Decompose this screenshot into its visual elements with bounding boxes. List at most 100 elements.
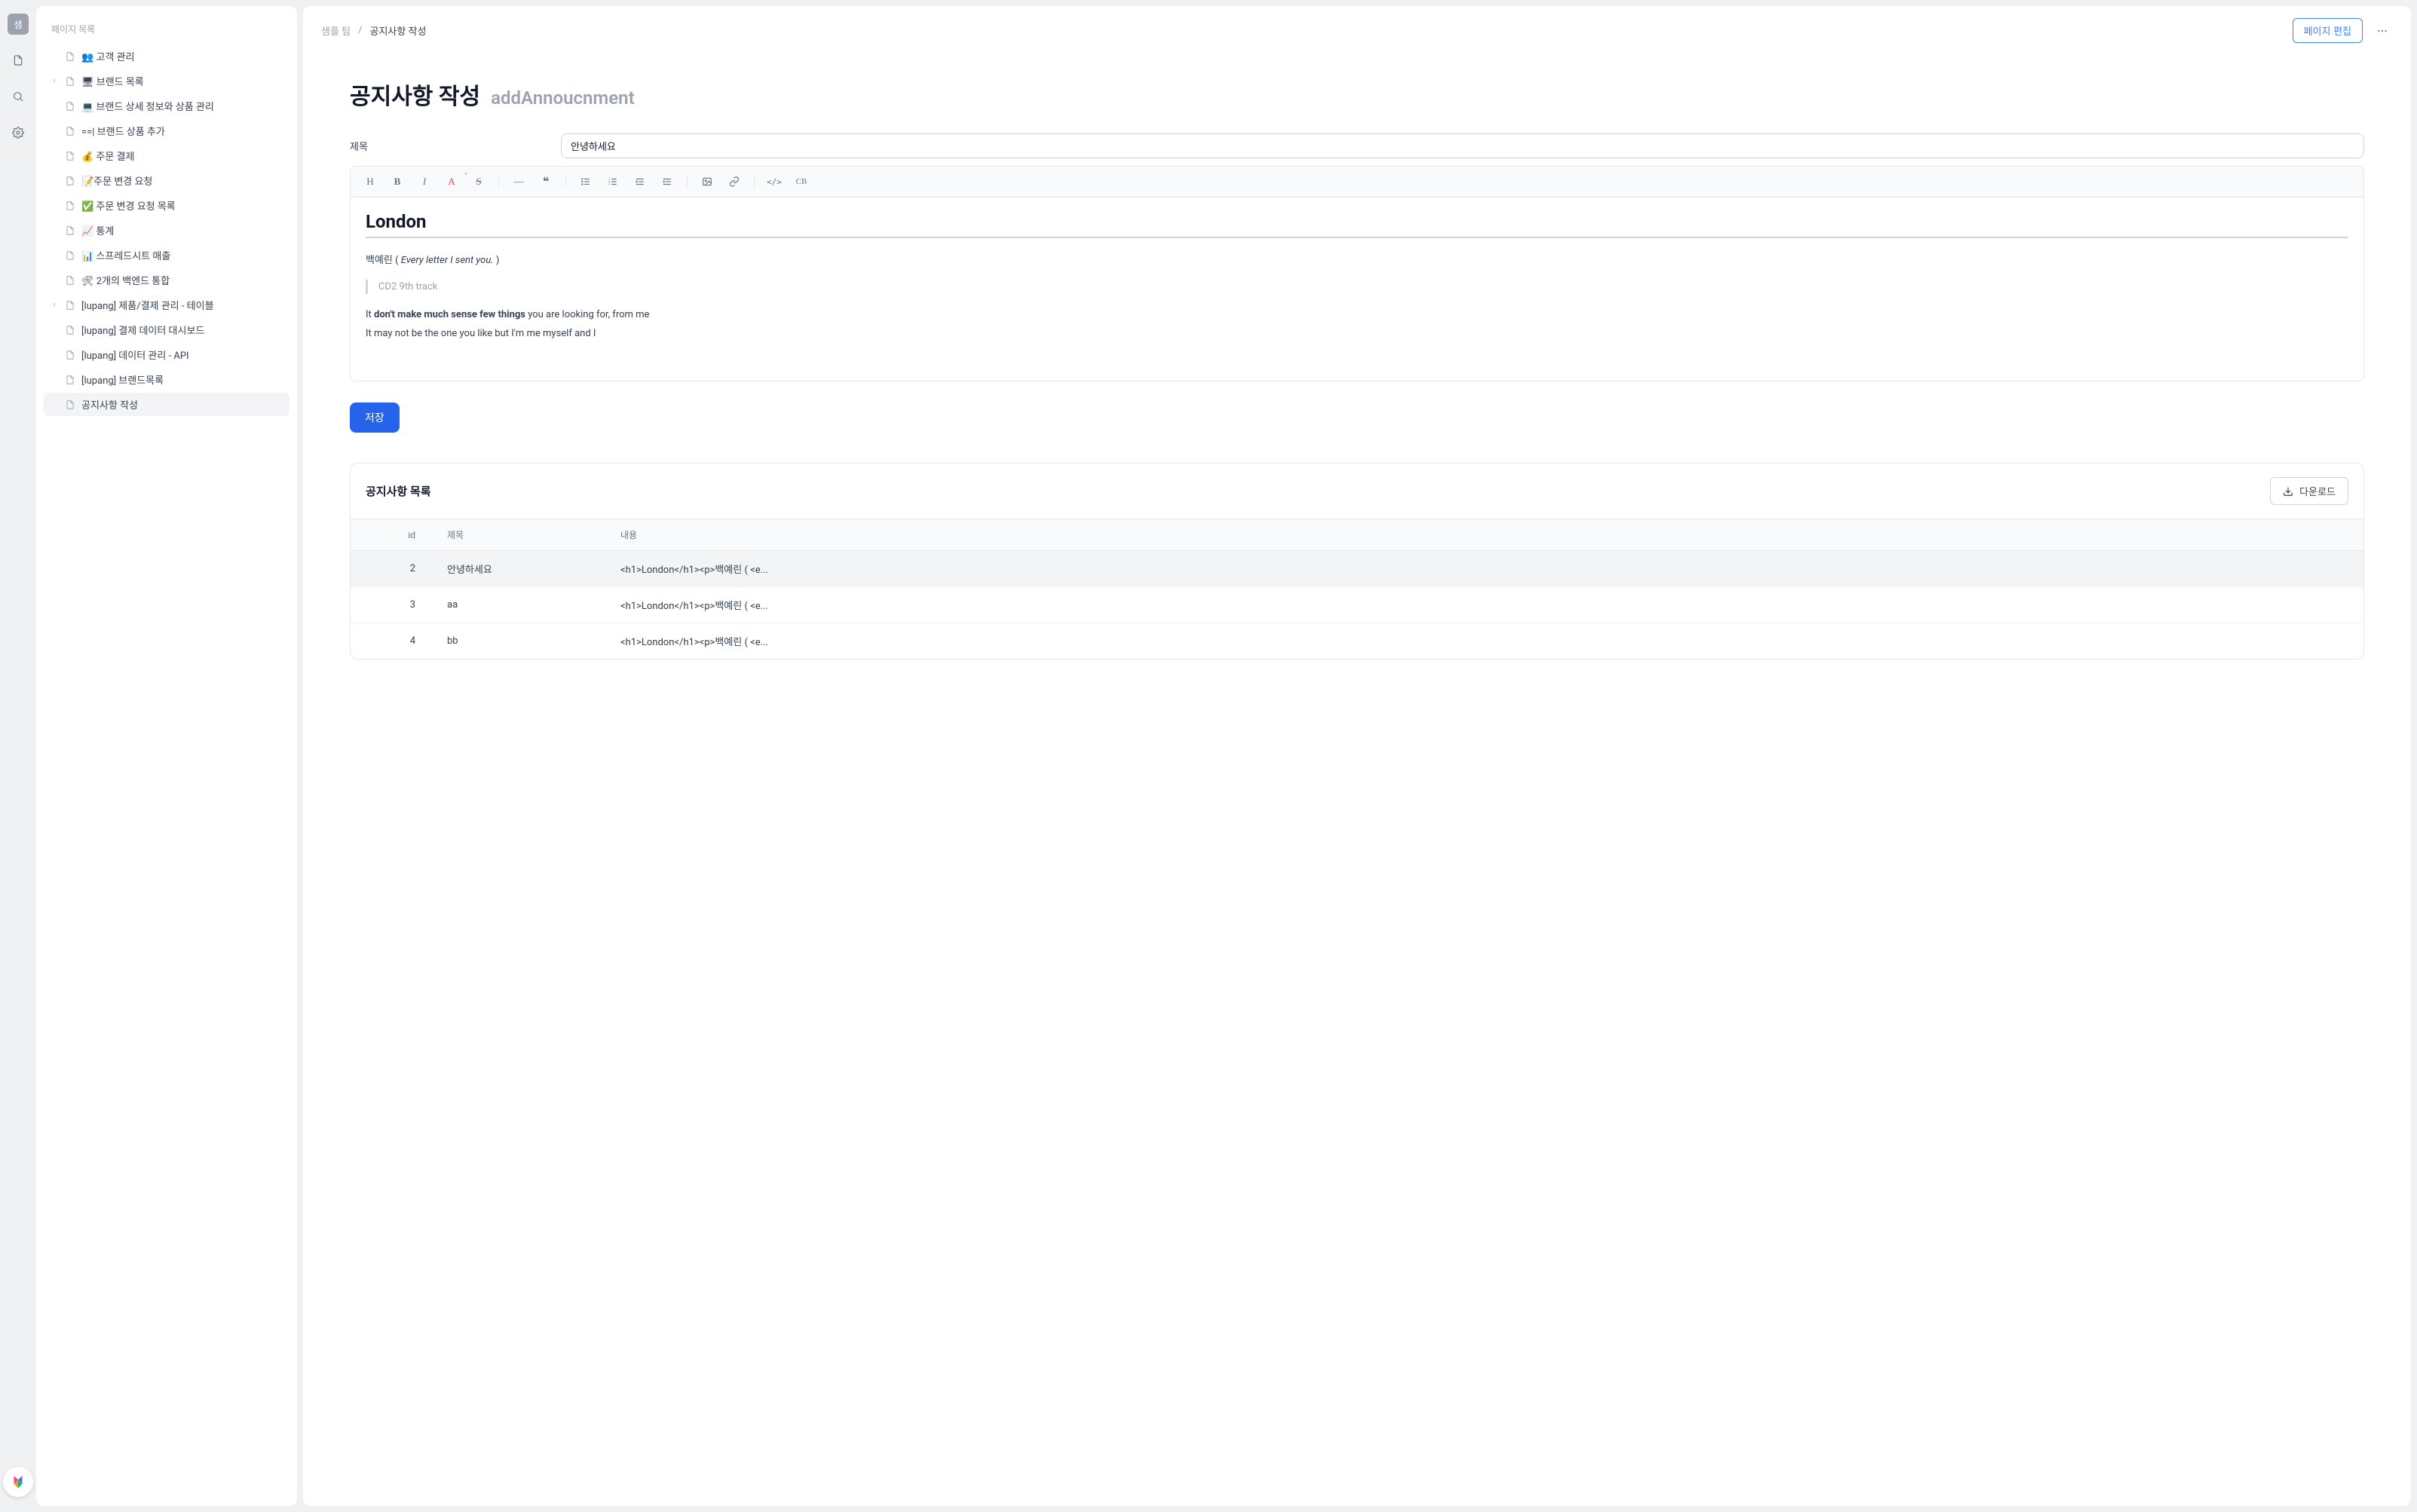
- sidebar-item[interactable]: [lupang] 브랜드목록: [44, 368, 289, 391]
- toolbar-bold-button[interactable]: B: [385, 173, 409, 191]
- toolbar-image-button[interactable]: [695, 173, 719, 191]
- page-icon: [65, 399, 75, 410]
- toolbar-color-button[interactable]: A•: [440, 173, 464, 191]
- page-icon: [65, 76, 75, 87]
- breadcrumb-page: 공지사항 작성: [369, 23, 426, 38]
- sidebar-item-label: [lupang] 제품/결제 관리 - 테이블: [81, 298, 283, 312]
- chevron-right-icon[interactable]: ›: [50, 77, 59, 85]
- toolbar-strike-button[interactable]: S: [467, 173, 491, 191]
- cell-title: 안녕하세요: [433, 551, 607, 587]
- editor-line: It don't make much sense few things you …: [366, 308, 2348, 323]
- sidebar-item[interactable]: 📈 통계: [44, 219, 289, 242]
- cell-content: <h1>London</h1><p>백예린 ( <e...: [607, 551, 2363, 587]
- editor-toolbar: H B I A• S — ❝ 123: [351, 167, 2363, 197]
- cell-title: aa: [433, 587, 607, 623]
- sidebar-item[interactable]: [lupang] 결제 데이터 대시보드: [44, 318, 289, 341]
- column-header-content[interactable]: 내용: [607, 519, 2363, 551]
- sidebar-item[interactable]: › [lupang] 제품/결제 관리 - 테이블: [44, 293, 289, 317]
- sidebar-item[interactable]: 👥 고객 관리: [44, 44, 289, 68]
- toolbar-ordered-list-button[interactable]: 123: [601, 173, 625, 191]
- sidebar-item-label: 👥 고객 관리: [81, 49, 283, 63]
- toolbar-indent-button[interactable]: [655, 173, 679, 191]
- sidebar-item[interactable]: ==| 브랜드 상품 추가: [44, 119, 289, 142]
- page-icon: [65, 225, 75, 236]
- column-header-id[interactable]: id: [351, 519, 433, 551]
- title-label: 제목: [350, 139, 561, 153]
- sidebar-item[interactable]: 💰 주문 결제: [44, 144, 289, 167]
- toolbar-outdent-button[interactable]: [628, 173, 652, 191]
- page-icon: [65, 126, 75, 136]
- cell-id: 4: [351, 623, 433, 660]
- sidebar-item-label: 💰 주문 결제: [81, 148, 283, 163]
- toolbar-codeblock-button[interactable]: CB: [789, 173, 813, 191]
- more-menu-icon[interactable]: [2372, 20, 2393, 41]
- page-icon: [65, 300, 75, 311]
- page-icon: [65, 101, 75, 112]
- sidebar-item-label: 📊 스프레드시트 매출: [81, 248, 283, 262]
- page-icon: [65, 176, 75, 186]
- download-button[interactable]: 다운로드: [2270, 477, 2348, 505]
- announcement-list-panel: 공지사항 목록 다운로드 id 제목 내용 2안녕하세요<h1>Lon: [350, 463, 2364, 660]
- sidebar-item[interactable]: 공지사항 작성: [44, 393, 289, 416]
- breadcrumb-separator: /: [358, 25, 362, 36]
- cell-content: <h1>London</h1><p>백예린 ( <e...: [607, 623, 2363, 660]
- table-row[interactable]: 4bb<h1>London</h1><p>백예린 ( <e...: [351, 623, 2363, 660]
- sidebar: 페이지 목록 👥 고객 관리 › 🖥 브랜드 목록 💻 브랜드 상세 정보와 상품 관…: [36, 6, 297, 1506]
- sidebar-item-label: 🛠 2개의 백엔드 통합: [81, 273, 283, 287]
- toolbar-hr-button[interactable]: —: [507, 173, 531, 191]
- sidebar-item-label: 📈 통계: [81, 223, 283, 237]
- title-input[interactable]: [561, 133, 2364, 158]
- sidebar-title: 페이지 목록: [44, 17, 289, 44]
- sidebar-item[interactable]: 📝주문 변경 요청: [44, 169, 289, 192]
- toolbar-separator: [687, 176, 688, 188]
- sidebar-item[interactable]: › 🖥 브랜드 목록: [44, 69, 289, 93]
- toolbar-separator: [754, 176, 755, 188]
- svg-text:3: 3: [608, 182, 610, 186]
- main: 샘플 팀 / 공지사항 작성 페이지 편집 공지사항 작성 addAnnoucn…: [303, 6, 2411, 1506]
- page-icon: [65, 325, 75, 335]
- search-icon[interactable]: [8, 86, 29, 107]
- edit-page-button[interactable]: 페이지 편집: [2293, 18, 2363, 43]
- brand-logo[interactable]: [3, 1467, 33, 1497]
- cell-title: bb: [433, 623, 607, 660]
- pages-icon[interactable]: [8, 50, 29, 71]
- toolbar-link-button[interactable]: [722, 173, 746, 191]
- announcement-table: id 제목 내용 2안녕하세요<h1>London</h1><p>백예린 ( <…: [351, 519, 2363, 659]
- page-subtitle: addAnnoucnment: [491, 87, 635, 109]
- table-row[interactable]: 3aa<h1>London</h1><p>백예린 ( <e...: [351, 587, 2363, 623]
- sidebar-item-label: [lupang] 브랜드목록: [81, 372, 283, 387]
- editor-line: It may not be the one you like but I'm m…: [366, 326, 2348, 342]
- toolbar-heading-button[interactable]: H: [358, 173, 382, 191]
- sidebar-item[interactable]: 💻 브랜드 상세 정보와 상품 관리: [44, 94, 289, 118]
- sidebar-item-label: [lupang] 데이터 관리 - API: [81, 347, 283, 362]
- chevron-right-icon[interactable]: ›: [50, 301, 59, 309]
- workspace-avatar[interactable]: 샘: [8, 14, 29, 35]
- save-button[interactable]: 저장: [350, 402, 400, 433]
- editor-line: 백예린 ( Every letter I sent you. ): [366, 253, 2348, 269]
- toolbar-unordered-list-button[interactable]: [574, 173, 598, 191]
- sidebar-item-label: [lupang] 결제 데이터 대시보드: [81, 323, 283, 337]
- settings-icon[interactable]: [8, 122, 29, 143]
- page-icon: [65, 375, 75, 385]
- toolbar-quote-button[interactable]: ❝: [534, 173, 558, 191]
- editor-body[interactable]: London 백예린 ( Every letter I sent you. ) …: [351, 197, 2363, 381]
- breadcrumb: 샘플 팀 / 공지사항 작성: [321, 23, 426, 38]
- breadcrumb-team[interactable]: 샘플 팀: [321, 23, 351, 38]
- sidebar-item-label: ✅ 주문 변경 요청 목록: [81, 198, 283, 213]
- sidebar-item-label: 📝주문 변경 요청: [81, 173, 283, 188]
- sidebar-item-label: 🖥 브랜드 목록: [81, 74, 283, 88]
- page-icon: [65, 250, 75, 261]
- table-row[interactable]: 2안녕하세요<h1>London</h1><p>백예린 ( <e...: [351, 551, 2363, 587]
- sidebar-item[interactable]: 📊 스프레드시트 매출: [44, 243, 289, 267]
- toolbar-italic-button[interactable]: I: [412, 173, 437, 191]
- sidebar-item[interactable]: 🛠 2개의 백엔드 통합: [44, 268, 289, 292]
- sidebar-item[interactable]: ✅ 주문 변경 요청 목록: [44, 194, 289, 217]
- column-header-title[interactable]: 제목: [433, 519, 607, 551]
- editor-blockquote: CD2 9th track: [366, 280, 2348, 294]
- sidebar-item-label: 공지사항 작성: [81, 397, 283, 412]
- toolbar-code-button[interactable]: </>: [762, 173, 786, 191]
- sidebar-item[interactable]: [lupang] 데이터 관리 - API: [44, 343, 289, 366]
- rich-editor: H B I A• S — ❝ 123: [350, 166, 2364, 381]
- page-icon: [65, 51, 75, 62]
- toolbar-separator: [498, 176, 499, 188]
